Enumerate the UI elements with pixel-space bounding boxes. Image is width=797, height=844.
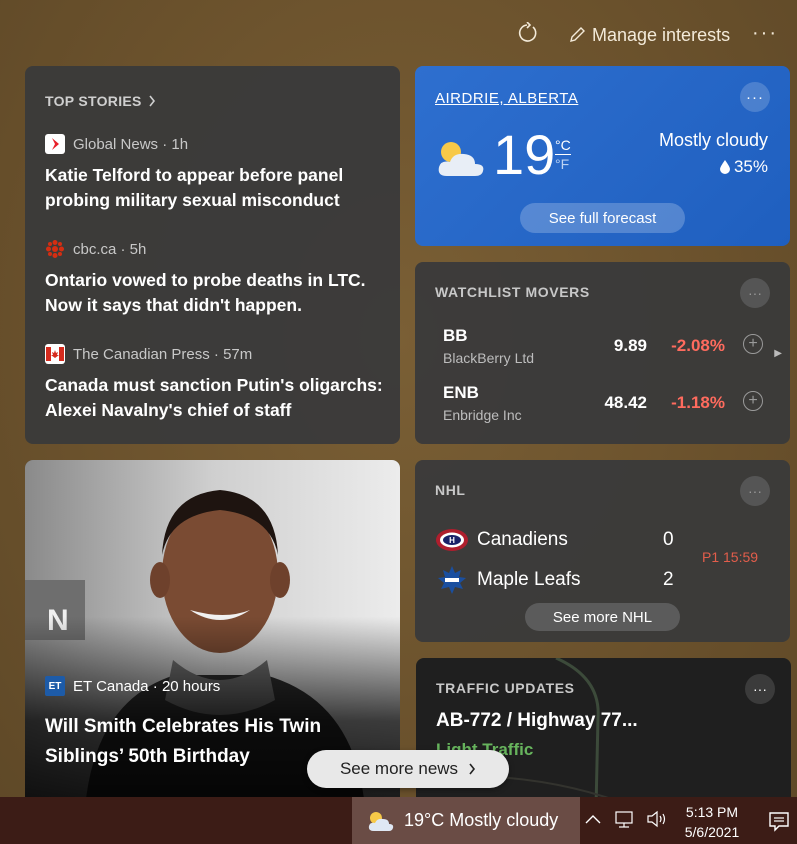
pencil-icon xyxy=(570,27,585,42)
stock-name: BlackBerry Ltd xyxy=(443,350,535,366)
story-item[interactable]: Global News · 1h Katie Telford to appear… xyxy=(45,134,385,213)
refresh-icon xyxy=(518,22,537,42)
weather-location[interactable]: AIRDRIE, ALBERTA xyxy=(435,90,578,107)
volume-icon[interactable] xyxy=(646,807,668,831)
team-name: Maple Leafs xyxy=(477,569,581,590)
nhl-title: NHL xyxy=(435,482,466,498)
see-more-news-button[interactable]: See more news xyxy=(307,750,509,788)
manage-interests-label: Manage interests xyxy=(592,24,731,45)
watchlist-title: WATCHLIST MOVERS xyxy=(435,284,590,300)
traffic-title: TRAFFIC UPDATES xyxy=(436,680,575,696)
see-more-news-label: See more news xyxy=(339,759,459,778)
team-score: 2 xyxy=(663,569,674,590)
top-stories-title: TOP STORIES xyxy=(45,93,142,109)
cbc-logo-icon xyxy=(45,239,65,259)
story-headline: Katie Telford to appear before panel pro… xyxy=(45,165,344,210)
top-stories-card: TOP STORIES Global News · 1h Katie Telfo… xyxy=(25,66,400,444)
stock-row[interactable]: BB BlackBerry Ltd 9.89 -2.08% + xyxy=(443,326,763,372)
see-full-forecast-button[interactable]: See full forecast xyxy=(520,203,685,233)
taskbar-clock[interactable]: 5:13 PM 5/6/2021 xyxy=(676,802,748,842)
network-icon[interactable] xyxy=(614,807,636,831)
stock-row[interactable]: ENB Enbridge Inc 48.42 -1.18% + xyxy=(443,383,763,429)
stock-price: 48.42 xyxy=(604,393,647,412)
taskbar-weather-button[interactable]: 19°C Mostly cloudy xyxy=(352,797,580,844)
next-arrow-icon[interactable]: ▶ xyxy=(774,348,782,359)
weather-temperature: 19 xyxy=(493,123,556,186)
story-item[interactable]: cbc.ca · 5h Ontario vowed to probe death… xyxy=(45,239,385,318)
stock-symbol: BB xyxy=(443,326,468,345)
canadian-press-logo-icon xyxy=(45,344,65,364)
chevron-right-icon xyxy=(469,763,476,775)
canadiens-logo-icon: H xyxy=(435,523,469,557)
partly-cloudy-icon xyxy=(368,811,394,831)
watchlist-more-button[interactable]: ··· xyxy=(740,278,770,308)
add-stock-icon[interactable]: + xyxy=(743,391,763,411)
team-row[interactable]: H Canadiens 0 xyxy=(435,523,685,557)
story-source: Global News · 1h xyxy=(73,135,189,153)
story-source: cbc.ca · 5h xyxy=(73,240,147,258)
top-stories-header[interactable]: TOP STORIES xyxy=(45,93,156,109)
refresh-button[interactable] xyxy=(512,18,542,48)
manage-interests-button[interactable]: Manage interests xyxy=(568,22,730,48)
weather-more-button[interactable]: ··· xyxy=(740,82,770,112)
stock-symbol: ENB xyxy=(443,383,479,402)
team-name: Canadiens xyxy=(477,529,568,550)
add-stock-icon[interactable]: + xyxy=(743,334,763,354)
system-tray xyxy=(582,807,668,831)
stock-name: Enbridge Inc xyxy=(443,407,522,423)
weather-condition: Mostly cloudy xyxy=(658,130,768,150)
game-status: P1 15:59 xyxy=(702,549,759,565)
taskbar-time: 5:13 PM xyxy=(685,804,739,820)
see-more-nhl-button[interactable]: See more NHL xyxy=(525,603,680,631)
notification-icon[interactable] xyxy=(767,809,791,833)
weather-precipitation: 35% xyxy=(719,157,768,177)
photo-story-source: ET Canada · 20 hours xyxy=(73,677,221,695)
fahrenheit-toggle[interactable]: °F xyxy=(555,155,571,173)
taskbar: 19°C Mostly cloudy 5:13 PM 5/6/2021 xyxy=(0,797,797,844)
more-options-button[interactable]: ··· xyxy=(748,18,782,48)
weather-card: AIRDRIE, ALBERTA ··· 19 °C °F Mostly clo… xyxy=(415,66,790,246)
global-news-logo-icon xyxy=(45,134,65,154)
weather-units: °C °F xyxy=(555,136,571,173)
stock-change: -1.18% xyxy=(671,393,725,412)
nhl-card: NHL ··· H Canadiens 0 Maple Leafs 2 P1 1… xyxy=(415,460,790,642)
story-item[interactable]: The Canadian Press · 57m Canada must san… xyxy=(45,344,385,423)
partly-cloudy-icon xyxy=(438,142,484,176)
celsius-toggle[interactable]: °C xyxy=(555,136,571,155)
story-headline: Ontario vowed to probe deaths in LTC. No… xyxy=(45,270,366,315)
traffic-road[interactable]: AB-772 / Highway 77... xyxy=(436,710,638,732)
et-canada-logo-icon: ET xyxy=(45,676,65,696)
chevron-right-icon xyxy=(149,95,155,107)
precip-value: 35% xyxy=(733,157,768,176)
story-headline: Canada must sanction Putin's oligarchs: … xyxy=(45,375,383,420)
raindrop-icon xyxy=(719,160,730,174)
photo-story-source-row: ET ET Canada · 20 hours xyxy=(45,676,220,696)
svg-text:H: H xyxy=(449,536,455,545)
nhl-more-button[interactable]: ··· xyxy=(740,476,770,506)
team-score: 0 xyxy=(663,529,674,550)
team-row[interactable]: Maple Leafs 2 xyxy=(435,563,685,597)
watchlist-card: WATCHLIST MOVERS ··· BB BlackBerry Ltd 9… xyxy=(415,262,790,444)
taskbar-weather-text: 19°C Mostly cloudy xyxy=(404,810,559,830)
story-source: The Canadian Press · 57m xyxy=(73,345,253,363)
taskbar-date: 5/6/2021 xyxy=(684,824,740,840)
maple-leafs-logo-icon xyxy=(435,563,469,597)
traffic-more-button[interactable]: ··· xyxy=(745,674,775,704)
stock-price: 9.89 xyxy=(613,336,647,355)
stock-change: -2.08% xyxy=(671,336,725,355)
chevron-up-icon[interactable] xyxy=(582,807,604,831)
